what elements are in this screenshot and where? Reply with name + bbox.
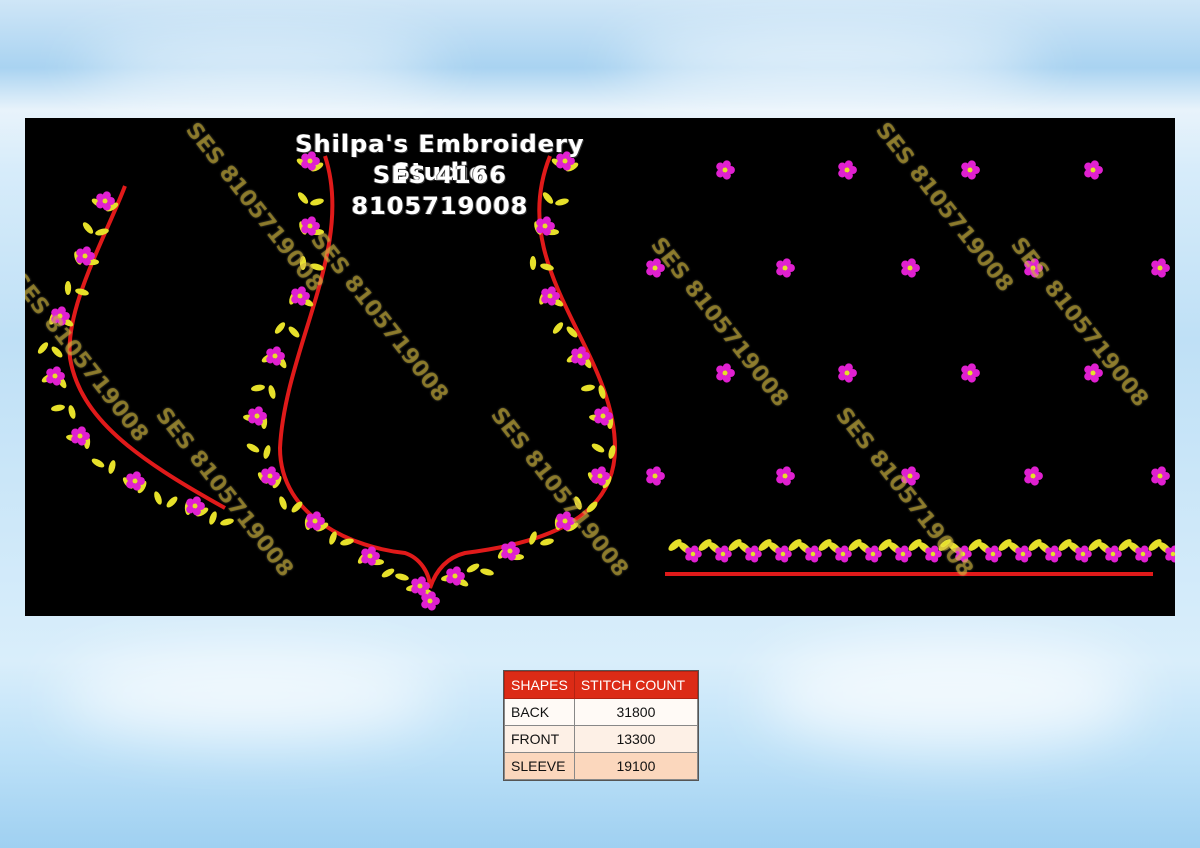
flower-motif <box>646 466 665 486</box>
leaf-motif <box>581 384 595 392</box>
flower-motif <box>1151 466 1170 486</box>
flower-motif <box>776 466 795 486</box>
leaf-motif <box>591 443 605 453</box>
table-row: SLEEVE 19100 <box>504 752 699 780</box>
stitch-count-table: SHAPES STITCH COUNT BACK 31800 FRONT 133… <box>503 670 699 781</box>
flower-motif <box>838 363 857 383</box>
phone-number: 8105719008 <box>351 192 529 220</box>
flower-motif <box>838 160 857 180</box>
leaf-motif <box>552 322 564 334</box>
leaf-motif <box>82 222 94 234</box>
header-shapes: SHAPES <box>504 671 575 699</box>
leaf-motif <box>64 281 72 295</box>
leaf-motif <box>274 322 286 334</box>
leaf-motif <box>68 405 76 419</box>
leaf-motif <box>246 443 260 453</box>
leaf-motif <box>279 496 287 510</box>
leaf-motif <box>91 458 105 468</box>
leaf-motif <box>540 538 554 546</box>
count-cell: 13300 <box>573 725 699 753</box>
flower-motif <box>716 363 735 383</box>
leaf-motif <box>268 385 276 399</box>
leaf-motif <box>263 445 271 459</box>
leaf-motif <box>529 256 537 270</box>
leaf-motif <box>395 573 409 581</box>
table-row: FRONT 13300 <box>504 725 699 753</box>
leaf-motif <box>166 496 178 508</box>
embroidery-design-panel: SES 8105719008 SES 8105719008 SES 810571… <box>25 118 1175 616</box>
shape-cell: BACK <box>504 698 575 726</box>
count-cell: 19100 <box>573 752 699 780</box>
flower-motif <box>1151 258 1170 278</box>
leaf-motif <box>251 384 265 392</box>
leaf-motif <box>480 568 494 576</box>
leaf-motif <box>466 563 480 573</box>
header-stitch-count: STITCH COUNT <box>573 671 699 699</box>
leaf-motif <box>209 511 217 525</box>
design-code: SES 4166 <box>372 161 508 189</box>
table-row: BACK 31800 <box>504 698 699 726</box>
leaf-motif <box>154 491 162 505</box>
flower-motif <box>776 258 795 278</box>
leaf-motif <box>108 460 116 474</box>
flower-motif <box>961 363 980 383</box>
flower-motif <box>716 160 735 180</box>
leaf-motif <box>288 326 300 338</box>
flower-motif <box>421 591 440 611</box>
flower-motif <box>961 160 980 180</box>
leaf-motif <box>37 342 49 354</box>
flower-motif <box>901 258 920 278</box>
count-cell: 31800 <box>573 698 699 726</box>
leaf-motif <box>381 568 395 578</box>
shape-cell: SLEEVE <box>504 752 575 780</box>
flower-motif <box>1024 466 1043 486</box>
leaf-motif <box>51 404 65 412</box>
flower-motif <box>1084 160 1103 180</box>
shape-cell: FRONT <box>504 725 575 753</box>
